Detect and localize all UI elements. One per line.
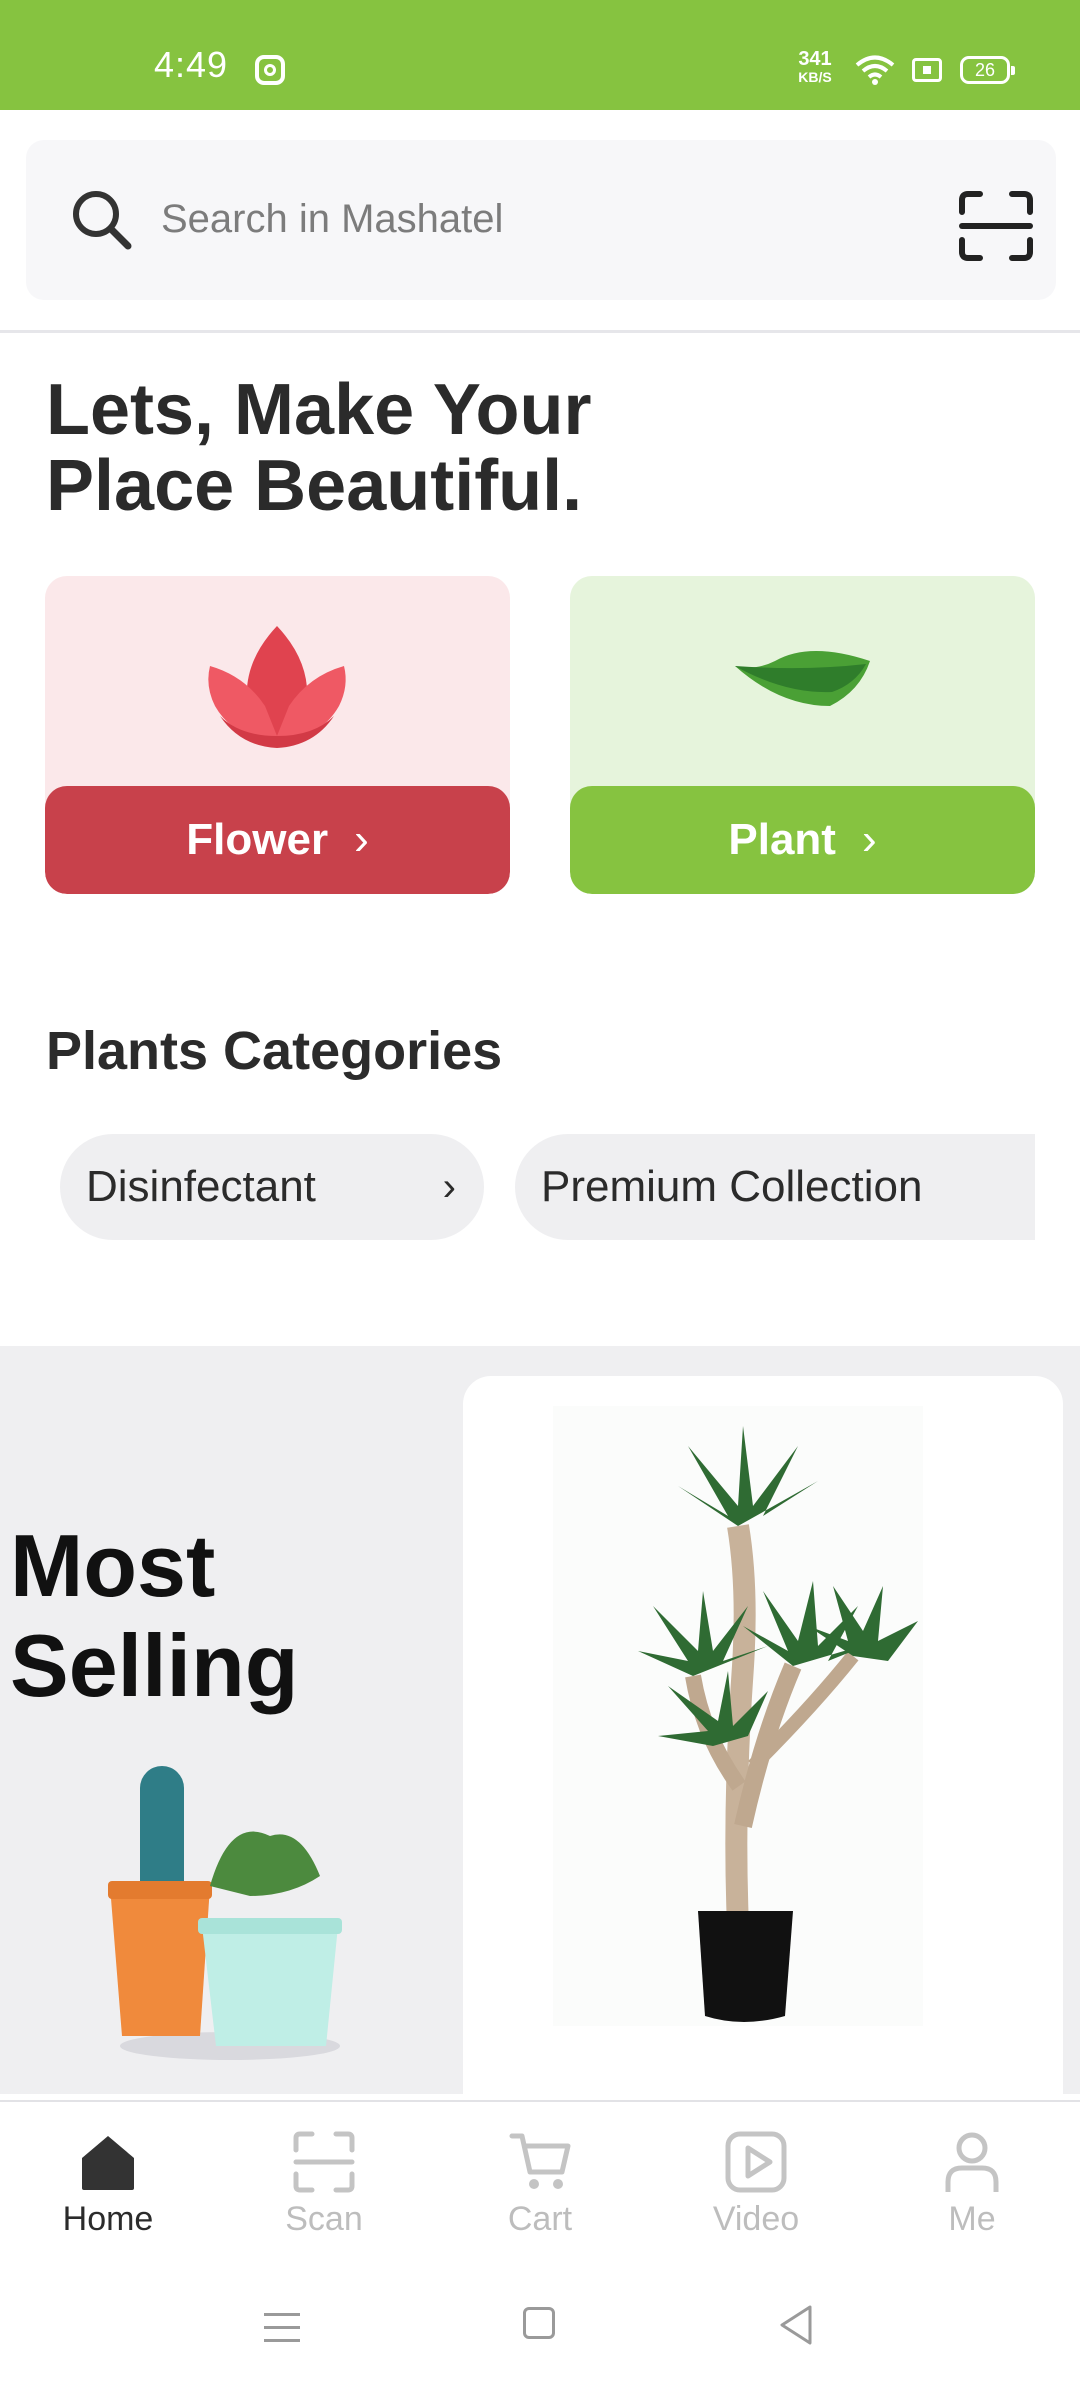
flower-button[interactable]: Flower › [45,786,510,894]
nav-scan[interactable]: Scan [216,2102,432,2267]
lotus-icon [208,626,346,748]
categories-title: Plants Categories [46,1021,503,1081]
nav-home[interactable]: Home [0,2102,216,2267]
search-input[interactable]: Search in Mashatel [26,140,1056,300]
most-selling-title: Most Selling [10,1516,299,1715]
user-icon [945,2132,999,2192]
hero-title: Lets, Make Your Place Beautiful. [46,370,592,526]
category-chip-disinfectant[interactable]: Disinfectant › [60,1134,484,1240]
potted-tree-image [638,1426,918,2022]
home-icon [82,2136,134,2190]
nav-cart[interactable]: Cart [432,2102,648,2267]
search-bar-area: Search in Mashatel [0,112,1080,333]
network-speed: 341 KB/S [798,48,832,85]
scan-icon [293,2131,355,2193]
wifi-icon [855,55,895,85]
plant-label: Plant [728,815,836,864]
chevron-right-icon: › [442,1164,456,1209]
video-icon [725,2131,787,2193]
product-card[interactable] [463,1376,1063,2094]
home-button[interactable] [523,2307,555,2339]
nav-me[interactable]: Me [864,2102,1080,2267]
plant-category-card[interactable]: Plant › [570,576,1035,894]
system-navigation-bar [0,2265,1080,2400]
chevron-right-icon: › [354,815,369,864]
category-chip-premium-collection[interactable]: Premium Collection [515,1134,1035,1240]
flower-category-card[interactable]: Flower › [45,576,510,894]
scan-icon[interactable] [958,190,1034,262]
battery-icon: 26 [960,56,1015,84]
status-time: 4:49 [154,44,229,85]
cart-icon [509,2133,571,2189]
recent-apps-button[interactable] [264,2313,300,2352]
leaf-icon [735,651,870,706]
search-icon[interactable] [70,188,134,252]
search-placeholder: Search in Mashatel [161,197,504,241]
most-selling-section: Most Selling [0,1346,1080,2094]
potted-cactus-image [108,1766,342,2060]
plant-button[interactable]: Plant › [570,786,1035,894]
bottom-navigation: Home Scan Cart Video Me [0,2100,1080,2267]
status-bar: 4:49 341 KB/S 26 [0,0,1080,110]
flower-label: Flower [186,815,329,864]
chevron-right-icon: › [861,815,877,864]
nav-video[interactable]: Video [648,2102,864,2267]
product-image-frame [553,1406,923,2026]
instagram-notification-icon [255,55,285,85]
back-button[interactable] [776,2303,816,2347]
sim-icon [912,58,942,82]
